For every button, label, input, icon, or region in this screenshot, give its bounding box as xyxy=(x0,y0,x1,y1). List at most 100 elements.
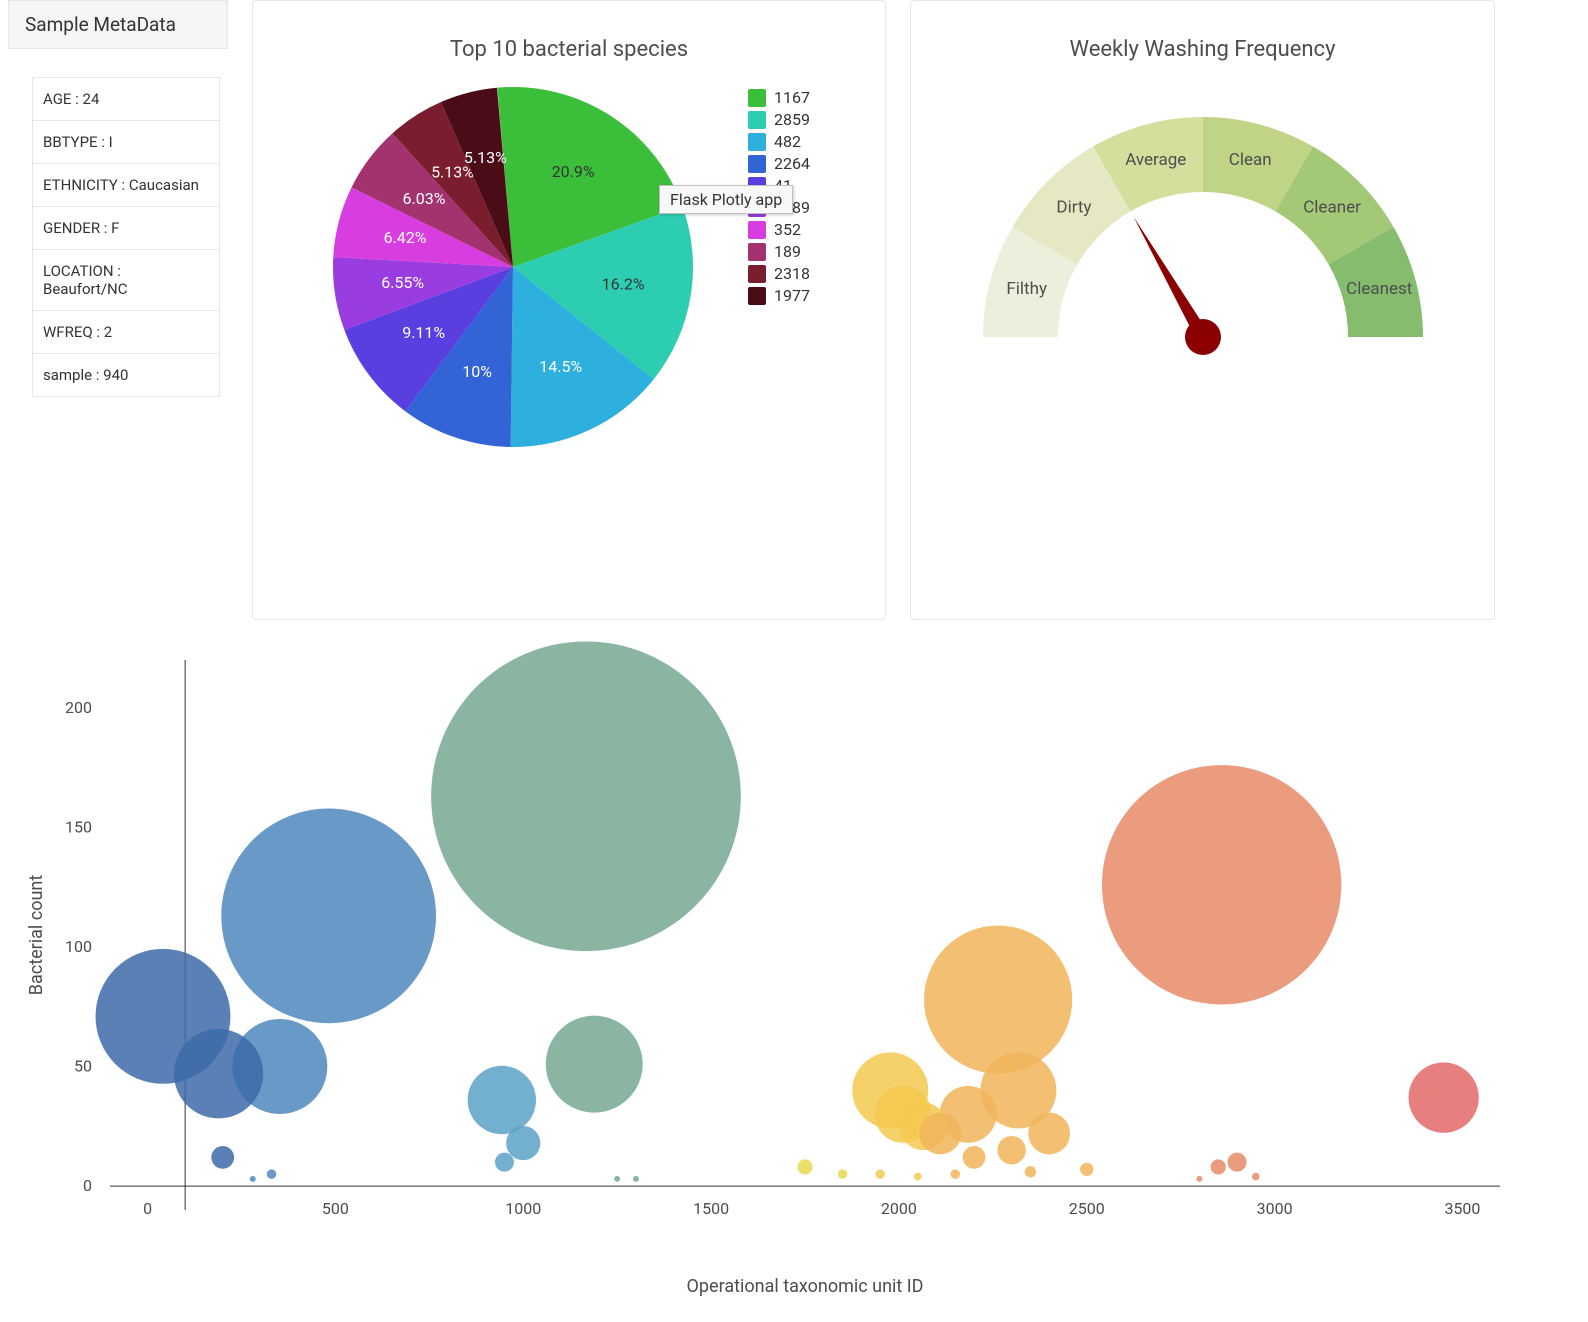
bubble-point[interactable] xyxy=(1196,1176,1202,1182)
pie-slice-label: 10% xyxy=(462,362,492,381)
metadata-item: WFREQ : 2 xyxy=(33,311,219,354)
bubble-point[interactable] xyxy=(633,1176,639,1182)
bubble-point[interactable] xyxy=(924,925,1072,1073)
pie-chart[interactable]: 20.9% 16.2% 14.5% 10% 9.11% 6.55% 6.42% 6.03% 5.… xyxy=(328,72,728,472)
metadata-list: AGE : 24BBTYPE : IETHNICITY : CaucasianG… xyxy=(32,77,220,397)
legend-item[interactable]: 1167 xyxy=(748,88,810,107)
gauge-hub xyxy=(1185,319,1221,355)
x-tick-label: 500 xyxy=(322,1199,349,1218)
pie-slice-label: 20.9% xyxy=(552,162,595,181)
legend-item[interactable]: 1977 xyxy=(748,286,810,305)
x-tick-label: 3000 xyxy=(1257,1199,1293,1218)
metadata-item: GENDER : F xyxy=(33,207,219,250)
bubble-point[interactable] xyxy=(614,1176,620,1182)
legend-label: 352 xyxy=(774,220,801,239)
y-tick-label: 200 xyxy=(65,698,92,717)
bubble-point[interactable] xyxy=(963,1146,986,1169)
bubble-point[interactable] xyxy=(797,1159,812,1174)
legend-item[interactable]: 2264 xyxy=(748,154,810,173)
bubble-chart-panel: 0500100015002000250030003500050100150200… xyxy=(0,630,1588,1314)
gauge-chart-card: Weekly Washing Frequency Filthy Dirty Aver… xyxy=(910,0,1495,620)
legend-swatch xyxy=(748,265,766,283)
metadata-item: ETHNICITY : Caucasian xyxy=(33,164,219,207)
legend-swatch xyxy=(748,133,766,151)
pie-slice-label: 6.03% xyxy=(403,189,446,208)
legend-item[interactable]: 2859 xyxy=(748,110,810,129)
bubble-point[interactable] xyxy=(506,1126,540,1160)
x-tick-label: 1000 xyxy=(505,1199,541,1218)
gauge-band-label: Clean xyxy=(1228,150,1271,170)
pie-slice-label: 9.11% xyxy=(402,323,445,342)
gauge-chart-title: Weekly Washing Frequency xyxy=(923,37,1482,62)
tooltip: Flask Plotly app xyxy=(659,185,793,214)
bubble-point[interactable] xyxy=(919,1113,961,1155)
pie-slice-label: 6.42% xyxy=(384,228,427,247)
y-tick-label: 150 xyxy=(65,817,92,836)
metadata-item: BBTYPE : I xyxy=(33,121,219,164)
gauge-chart[interactable]: Filthy Dirty Average Clean Cleaner Cleanest xyxy=(943,102,1463,382)
bubble-point[interactable] xyxy=(1252,1173,1260,1181)
metadata-item: sample : 940 xyxy=(33,354,219,396)
gauge-band-label: Cleanest xyxy=(1346,279,1412,299)
gauge-band-label: Dirty xyxy=(1056,197,1091,217)
pie-slice-label: 5.13% xyxy=(464,148,507,167)
bubble-point[interactable] xyxy=(495,1153,514,1172)
legend-label: 2264 xyxy=(774,154,810,173)
x-tick-label: 2000 xyxy=(881,1199,917,1218)
legend-label: 2318 xyxy=(774,264,810,283)
gauge-band-label: Cleaner xyxy=(1303,197,1361,217)
metadata-header: Sample MetaData xyxy=(8,0,228,49)
bubble-point[interactable] xyxy=(1408,1062,1478,1132)
bubble-point[interactable] xyxy=(431,641,741,951)
legend-label: 1167 xyxy=(774,88,810,107)
metadata-item: AGE : 24 xyxy=(33,78,219,121)
bubble-point[interactable] xyxy=(875,1169,885,1179)
y-tick-label: 50 xyxy=(74,1057,92,1076)
legend-label: 482 xyxy=(774,132,801,151)
pie-slice-label: 16.2% xyxy=(602,274,645,293)
y-axis-label: Bacterial count xyxy=(26,875,47,996)
bubble-point[interactable] xyxy=(546,1016,643,1113)
bubble-chart[interactable]: 0500100015002000250030003500050100150200… xyxy=(20,630,1560,1310)
legend-label: 1977 xyxy=(774,286,810,305)
metadata-item: LOCATION : Beaufort/NC xyxy=(33,250,219,311)
legend-item[interactable]: 482 xyxy=(748,132,810,151)
legend-item[interactable]: 2318 xyxy=(748,264,810,283)
bubble-point[interactable] xyxy=(1228,1153,1247,1172)
legend-item[interactable]: 189 xyxy=(748,242,810,261)
pie-slice-label: 6.55% xyxy=(381,273,424,292)
metadata-panel: Sample MetaData AGE : 24BBTYPE : IETHNIC… xyxy=(8,0,228,620)
legend-item[interactable]: 352 xyxy=(748,220,810,239)
x-axis-label: Operational taxonomic unit ID xyxy=(687,1276,924,1297)
y-tick-label: 100 xyxy=(65,937,92,956)
bubble-point[interactable] xyxy=(914,1173,922,1181)
bubble-point[interactable] xyxy=(221,809,436,1024)
legend-swatch xyxy=(748,111,766,129)
bubble-point[interactable] xyxy=(1080,1163,1093,1176)
legend-label: 2859 xyxy=(774,110,810,129)
legend-swatch xyxy=(748,89,766,107)
pie-chart-title: Top 10 bacterial species xyxy=(265,37,873,62)
bubble-point[interactable] xyxy=(1211,1159,1226,1174)
legend-swatch xyxy=(748,155,766,173)
bubble-point[interactable] xyxy=(468,1066,536,1134)
y-tick-label: 0 xyxy=(83,1176,92,1195)
x-tick-label: 0 xyxy=(143,1199,152,1218)
bubble-point[interactable] xyxy=(267,1169,277,1179)
gauge-band-label: Average xyxy=(1125,150,1186,170)
bubble-point[interactable] xyxy=(250,1176,256,1182)
x-tick-label: 2500 xyxy=(1069,1199,1105,1218)
bubble-point[interactable] xyxy=(1025,1166,1036,1177)
bubble-point[interactable] xyxy=(174,1029,263,1118)
x-tick-label: 1500 xyxy=(693,1199,729,1218)
bubble-point[interactable] xyxy=(211,1146,234,1169)
legend-label: 189 xyxy=(774,242,801,261)
gauge-band-label: Filthy xyxy=(1006,279,1047,299)
bubble-point[interactable] xyxy=(951,1169,961,1179)
bubble-point[interactable] xyxy=(1028,1113,1070,1155)
bubble-point[interactable] xyxy=(838,1169,848,1179)
pie-slice-label: 14.5% xyxy=(539,357,582,376)
bubble-point[interactable] xyxy=(997,1136,1025,1165)
bubble-point[interactable] xyxy=(1102,765,1341,1004)
legend-swatch xyxy=(748,287,766,305)
